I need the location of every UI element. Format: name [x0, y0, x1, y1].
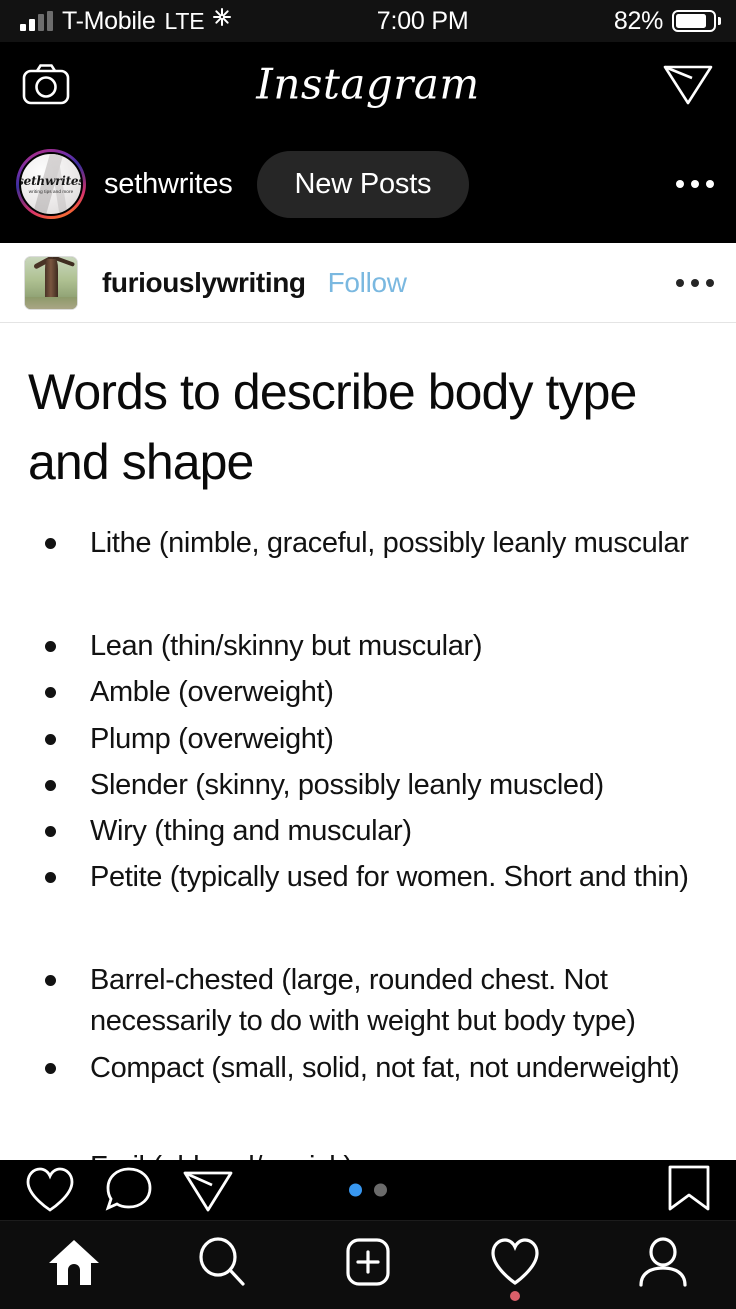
paper-plane-icon[interactable]: [182, 1166, 234, 1214]
signal-bars-icon: [20, 10, 53, 31]
instagram-app-screen: T-Mobile LTE 7:00 PM 82% Instagram sethw…: [0, 0, 736, 1309]
carrier-label: T-Mobile: [62, 6, 156, 35]
status-bar: T-Mobile LTE 7:00 PM 82%: [0, 0, 736, 42]
story-new-posts-row: sethwrites writing tips and more sethwri…: [0, 125, 736, 243]
camera-icon[interactable]: [22, 63, 70, 105]
list-item: Frail (old and/or sick): [28, 1147, 708, 1160]
list-item: Plump (overweight): [28, 719, 708, 760]
list-item: Petite (typically used for women. Short …: [28, 857, 708, 898]
tab-home[interactable]: [46, 1236, 102, 1288]
bullet-icon: [45, 687, 56, 699]
bullet-icon: [45, 641, 56, 653]
avatar-tagline-text: writing tips and more: [28, 189, 74, 195]
bullet-icon: [45, 975, 56, 987]
post-action-bar: [0, 1160, 736, 1220]
bullet-icon: [45, 779, 56, 791]
app-header: Instagram: [0, 42, 736, 125]
feed-post: furiouslywriting Follow Words to describ…: [0, 243, 736, 1160]
bullet-icon: [45, 733, 56, 745]
bottom-tab-bar: [0, 1220, 736, 1309]
bullet-icon: [45, 538, 56, 549]
post-username-label[interactable]: furiouslywriting: [102, 267, 306, 299]
list-item: Compact (small, solid, not fat, not unde…: [28, 1048, 708, 1089]
post-slide-content: Words to describe body type and shape Li…: [0, 323, 736, 1160]
activity-notification-dot: [510, 1291, 521, 1301]
battery-percent-label: 82%: [613, 6, 663, 35]
list-item: Slender (skinny, possibly leanly muscled…: [28, 765, 708, 806]
tab-activity[interactable]: [487, 1236, 543, 1301]
follow-button[interactable]: Follow: [328, 267, 407, 299]
list-item-text: Plump (overweight): [90, 722, 334, 755]
instagram-logo: Instagram: [256, 59, 480, 108]
battery-icon: [672, 10, 721, 32]
list-item-text: Lean (thin/skinny but muscular): [90, 630, 483, 663]
list-item-text: Wiry (thing and muscular): [90, 814, 412, 847]
comment-bubble-icon[interactable]: [104, 1166, 154, 1214]
heart-icon[interactable]: [24, 1166, 76, 1214]
list-item: Lithe (nimble, graceful, possibly leanly…: [28, 523, 708, 564]
list-item-text: Petite (typically used for women. Short …: [90, 861, 689, 894]
list-item-text: Frail (old and/or sick): [90, 1147, 708, 1160]
story-row-ellipsis-icon[interactable]: [676, 180, 714, 188]
list-item: Lean (thin/skinny but muscular): [28, 626, 708, 667]
list-item: Amble (overweight): [28, 672, 708, 713]
post-action-right: [666, 1164, 712, 1217]
story-username-label[interactable]: sethwrites: [104, 168, 233, 201]
slide-title: Words to describe body type and shape: [28, 364, 637, 490]
list-item-text: Lithe (nimble, graceful, possibly leanly…: [90, 527, 689, 559]
tab-profile[interactable]: [636, 1236, 690, 1288]
clock-label: 7:00 PM: [376, 6, 469, 35]
status-bar-left: T-Mobile LTE: [20, 6, 232, 36]
bullet-icon: [45, 825, 56, 837]
list-item-text: Barrel-chested (large, rounded chest. No…: [90, 964, 636, 1038]
bookmark-icon[interactable]: [666, 1165, 712, 1216]
list-item: Wiry (thing and muscular): [28, 811, 708, 852]
bullet-icon: [45, 872, 56, 884]
post-avatar-tree-photo[interactable]: [24, 255, 78, 310]
network-activity-icon: [213, 8, 232, 30]
list-item-text: Slender (skinny, possibly leanly muscled…: [90, 768, 604, 801]
paper-plane-icon[interactable]: [662, 61, 714, 107]
list-item: Barrel-chested (large, rounded chest. No…: [28, 960, 708, 1042]
network-type-label: LTE: [164, 7, 205, 34]
new-posts-button[interactable]: New Posts: [256, 150, 470, 218]
tab-create[interactable]: [341, 1236, 395, 1288]
post-ellipsis-icon[interactable]: [676, 278, 714, 287]
page-dot-inactive[interactable]: [374, 1183, 387, 1197]
bullet-icon: [45, 1062, 56, 1074]
avatar-name-text: sethwrites: [19, 173, 83, 188]
post-action-left: [24, 1166, 234, 1214]
list-item-text: Compact (small, solid, not fat, not unde…: [90, 1051, 680, 1084]
list-item-text: Amble (overweight): [90, 676, 334, 709]
page-dot-active[interactable]: [349, 1183, 362, 1197]
story-avatar-sethwrites[interactable]: sethwrites writing tips and more: [16, 149, 86, 219]
tab-search[interactable]: [195, 1236, 249, 1288]
post-header: furiouslywriting Follow: [0, 243, 736, 323]
status-bar-right: 82%: [613, 6, 721, 36]
word-list: Lithe (nimble, graceful, possibly leanly…: [28, 523, 708, 1160]
